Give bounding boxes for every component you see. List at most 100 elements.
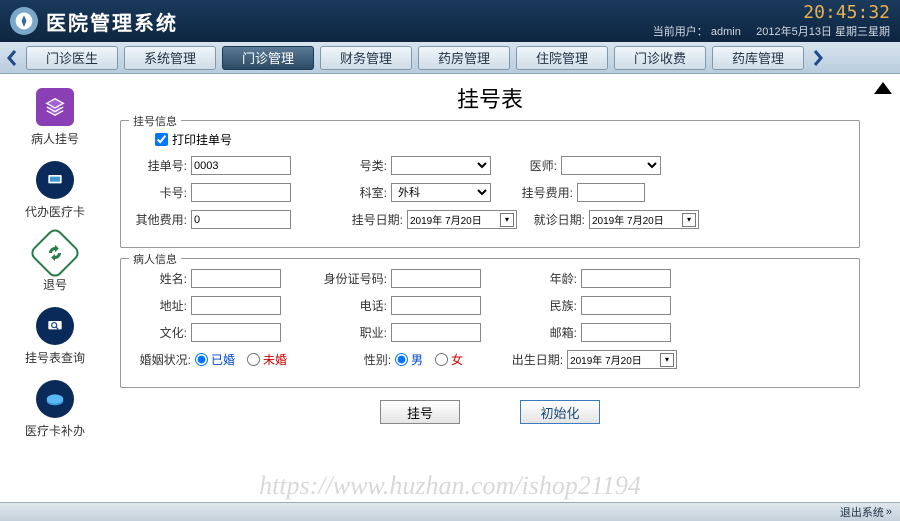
- group-title: 病人信息: [129, 251, 181, 267]
- sidebar-item-card[interactable]: 代办医疗卡: [25, 161, 85, 220]
- dept-select[interactable]: 外科: [391, 183, 491, 202]
- user-label: 当前用户：: [653, 26, 708, 38]
- init-button[interactable]: 初始化: [520, 400, 600, 424]
- sidebar-item-reissue[interactable]: 医疗卡补办: [25, 380, 85, 439]
- group-title: 挂号信息: [129, 113, 181, 129]
- type-label: 号类:: [347, 157, 387, 174]
- content-area: 挂号表 挂号信息 打印挂单号 挂单号: 号类: 医师: 卡号: 科室:外科 挂号…: [110, 74, 900, 502]
- addr-label: 地址:: [135, 297, 187, 314]
- dept-label: 科室:: [347, 184, 387, 201]
- tab-outpatient-mgmt[interactable]: 门诊管理: [222, 46, 314, 70]
- fee-input[interactable]: [577, 183, 645, 202]
- card-icon: [36, 380, 74, 418]
- nav-right-icon[interactable]: [810, 46, 826, 70]
- phone-input[interactable]: [391, 296, 481, 315]
- visitdate-picker[interactable]: 2019年 7月20日▾: [589, 210, 699, 229]
- regno-label: 挂单号:: [135, 157, 187, 174]
- sidebar-item-label: 退号: [43, 276, 67, 293]
- addr-input[interactable]: [191, 296, 281, 315]
- register-button[interactable]: 挂号: [380, 400, 460, 424]
- tab-pharmacy-mgmt[interactable]: 药房管理: [418, 46, 510, 70]
- sidebar-item-query[interactable]: 挂号表查询: [25, 307, 85, 366]
- regdate-label: 挂号日期:: [347, 211, 403, 228]
- tab-finance-mgmt[interactable]: 财务管理: [320, 46, 412, 70]
- group-registration-info: 挂号信息 打印挂单号 挂单号: 号类: 医师: 卡号: 科室:外科 挂号费用: …: [120, 120, 860, 248]
- calendar-icon: ▾: [660, 353, 674, 367]
- otherfee-input[interactable]: [191, 210, 291, 229]
- calendar-icon: ▾: [500, 213, 514, 227]
- date-text: 2012年5月13日 星期三星期: [756, 26, 890, 38]
- card-input[interactable]: [191, 183, 291, 202]
- gender-label: 性别:: [351, 351, 391, 368]
- sidebar-item-label: 代办医疗卡: [25, 203, 85, 220]
- app-title: 医院管理系统: [46, 7, 178, 36]
- female-radio[interactable]: [435, 353, 448, 366]
- main-area: 病人挂号 代办医疗卡 退号 挂号表查询 医疗卡补办: [0, 74, 900, 502]
- married-label: 已婚: [211, 351, 235, 368]
- idcard-label: 身份证号码:: [317, 270, 387, 287]
- sidebar-item-register[interactable]: 病人挂号: [31, 88, 79, 147]
- tab-bar: 门诊医生 系统管理 门诊管理 财务管理 药房管理 住院管理 门诊收费 药库管理: [0, 42, 900, 74]
- monitor-icon: [36, 161, 74, 199]
- job-label: 职业:: [347, 324, 387, 341]
- button-row: 挂号 初始化: [120, 400, 860, 424]
- married-radio[interactable]: [195, 353, 208, 366]
- doctor-label: 医师:: [517, 157, 557, 174]
- marital-label: 婚姻状况:: [135, 351, 191, 368]
- name-input[interactable]: [191, 269, 281, 288]
- job-input[interactable]: [391, 323, 481, 342]
- unmarried-radio[interactable]: [247, 353, 260, 366]
- email-label: 邮箱:: [537, 324, 577, 341]
- male-label: 男: [411, 351, 423, 368]
- card-label: 卡号:: [135, 184, 187, 201]
- clock: 20:45:32: [653, 2, 890, 23]
- search-monitor-icon: [36, 307, 74, 345]
- print-checkbox[interactable]: [155, 133, 168, 146]
- nav-left-icon[interactable]: [4, 46, 20, 70]
- age-label: 年龄:: [537, 270, 577, 287]
- app-logo-icon: [10, 7, 38, 35]
- birth-picker[interactable]: 2019年 7月20日▾: [567, 350, 677, 369]
- type-select[interactable]: [391, 156, 491, 175]
- phone-label: 电话:: [347, 297, 387, 314]
- scroll-up-icon[interactable]: [872, 80, 894, 103]
- page-title: 挂号表: [120, 82, 860, 114]
- tab-outpatient-charge[interactable]: 门诊收费: [614, 46, 706, 70]
- fee-label: 挂号费用:: [517, 184, 573, 201]
- print-label: 打印挂单号: [172, 131, 232, 148]
- chevron-right-icon: »: [886, 506, 892, 518]
- name-label: 姓名:: [135, 270, 187, 287]
- female-label: 女: [451, 351, 463, 368]
- birth-label: 出生日期:: [507, 351, 563, 368]
- nation-input[interactable]: [581, 296, 671, 315]
- idcard-input[interactable]: [391, 269, 481, 288]
- regdate-picker[interactable]: 2019年 7月20日▾: [407, 210, 517, 229]
- tab-outpatient-doctor[interactable]: 门诊医生: [26, 46, 118, 70]
- email-input[interactable]: [581, 323, 671, 342]
- sidebar-item-cancel[interactable]: 退号: [36, 234, 74, 293]
- group-patient-info: 病人信息 姓名: 身份证号码: 年龄: 地址: 电话: 民族: 文化: 职业: …: [120, 258, 860, 388]
- sidebar-item-label: 医疗卡补办: [25, 422, 85, 439]
- edu-label: 文化:: [135, 324, 187, 341]
- edu-input[interactable]: [191, 323, 281, 342]
- user-name: admin: [711, 26, 741, 38]
- tab-drug-store-mgmt[interactable]: 药库管理: [712, 46, 804, 70]
- doctor-select[interactable]: [561, 156, 661, 175]
- regno-input[interactable]: [191, 156, 291, 175]
- layers-icon: [36, 88, 74, 126]
- sidebar-item-label: 挂号表查询: [25, 349, 85, 366]
- age-input[interactable]: [581, 269, 671, 288]
- nation-label: 民族:: [537, 297, 577, 314]
- header-right: 20:45:32 当前用户： admin 2012年5月13日 星期三星期: [653, 2, 890, 39]
- sidebar-item-label: 病人挂号: [31, 130, 79, 147]
- tab-inpatient-mgmt[interactable]: 住院管理: [516, 46, 608, 70]
- exit-button[interactable]: 退出系统 »: [840, 504, 892, 520]
- otherfee-label: 其他费用:: [135, 211, 187, 228]
- sidebar: 病人挂号 代办医疗卡 退号 挂号表查询 医疗卡补办: [0, 74, 110, 502]
- unmarried-label: 未婚: [263, 351, 287, 368]
- visitdate-label: 就诊日期:: [529, 211, 585, 228]
- tab-system-mgmt[interactable]: 系统管理: [124, 46, 216, 70]
- app-header: 医院管理系统 20:45:32 当前用户： admin 2012年5月13日 星…: [0, 0, 900, 42]
- calendar-icon: ▾: [682, 213, 696, 227]
- male-radio[interactable]: [395, 353, 408, 366]
